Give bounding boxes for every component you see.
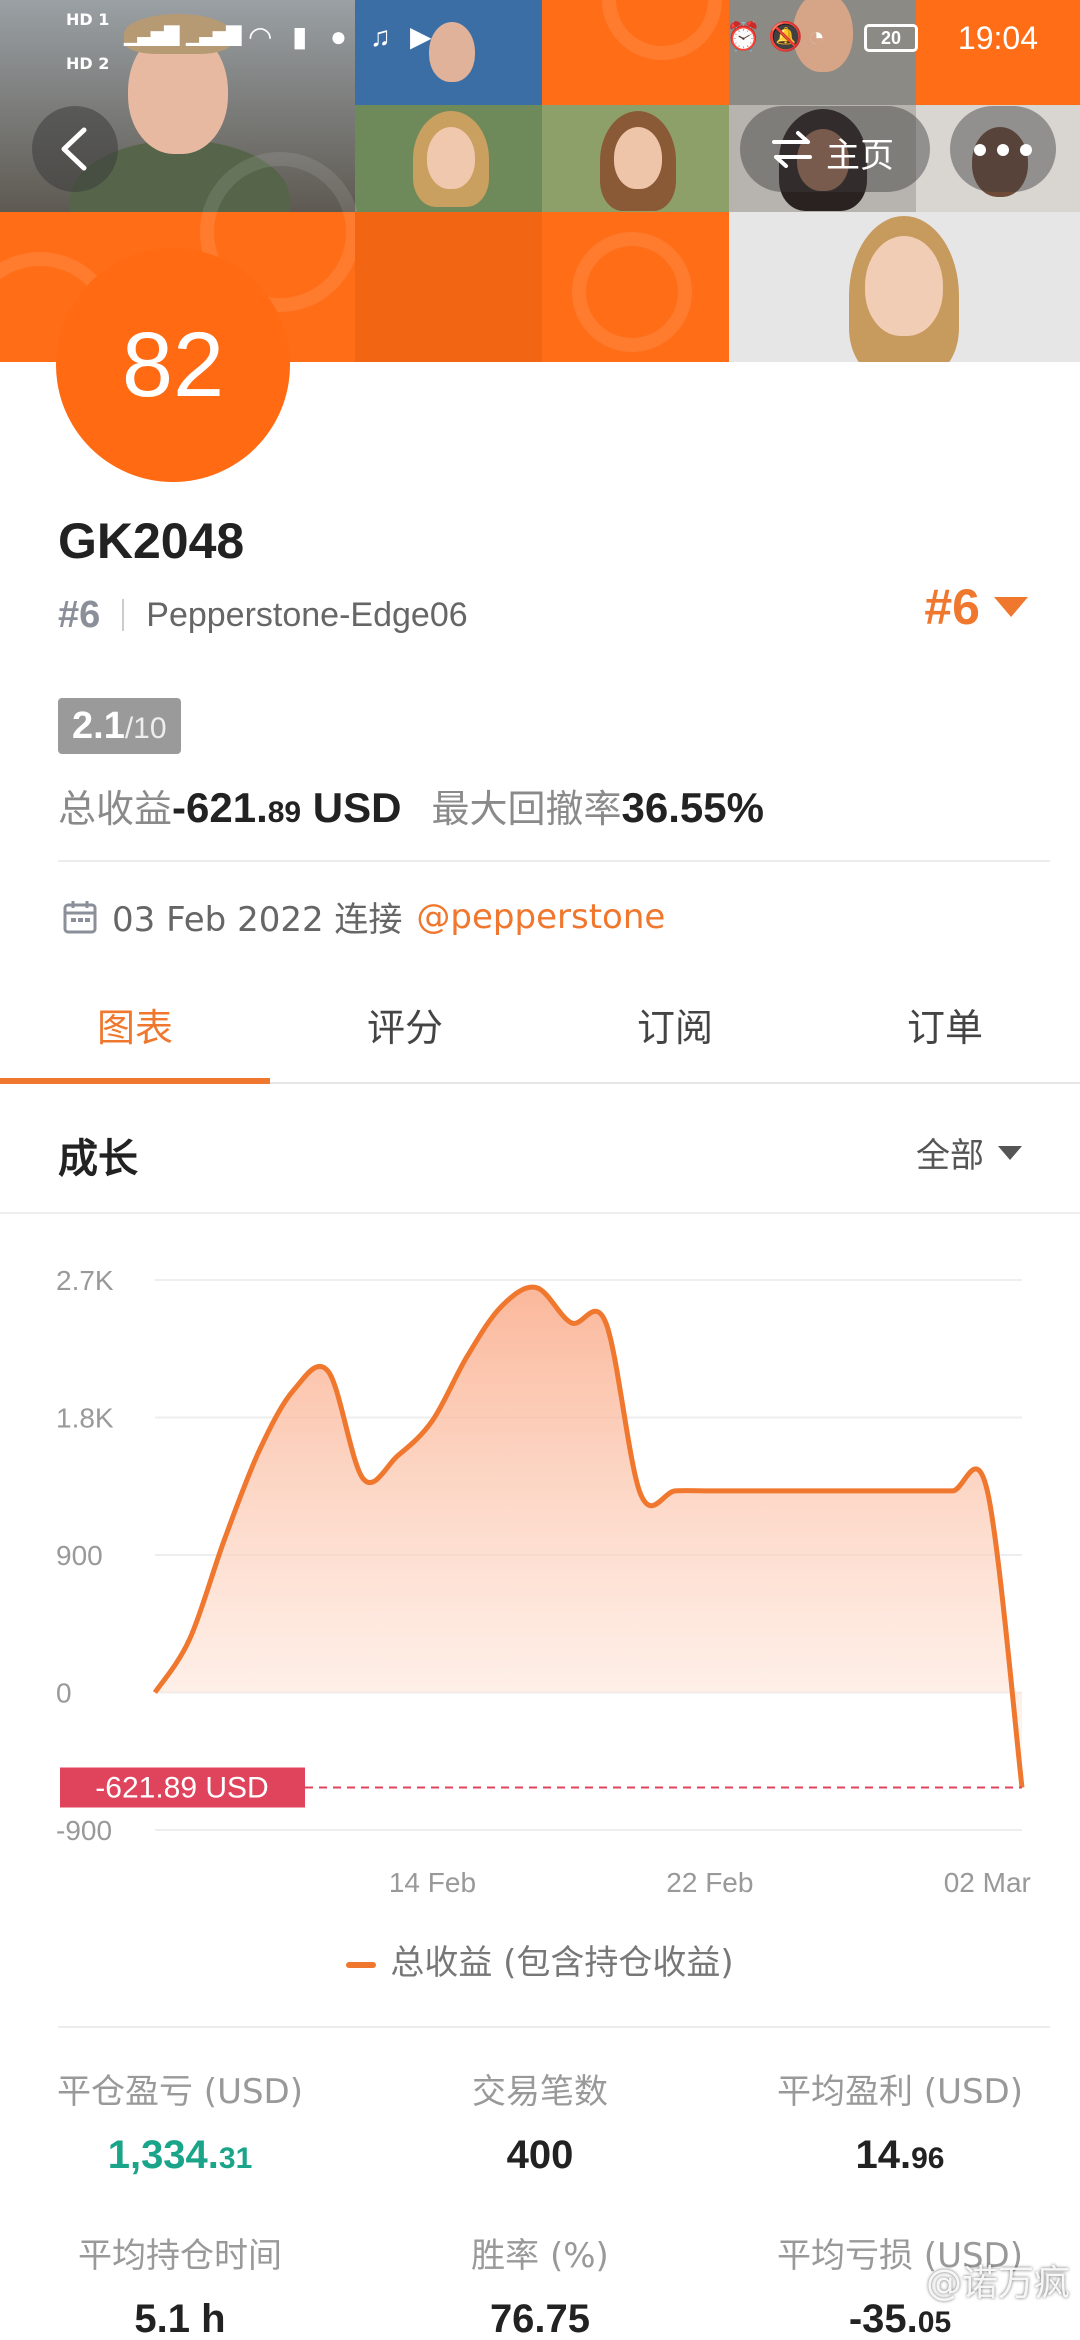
- x-tick-label: 14 Feb: [389, 1867, 476, 1898]
- status-bar: HD 1 HD 2 ▁▃▅▇ ▁▃▅▇ ◠ ▮ ● ♫ ▶ ⏰ 🔕 ◔ 20 1…: [0, 0, 1080, 76]
- connection-info: 03 Feb 2022 连接 @pepperstone: [62, 892, 665, 941]
- growth-section-header: 成长 全部: [0, 1088, 1080, 1214]
- tab-subscribe[interactable]: 订阅: [540, 958, 810, 1082]
- tab-rating[interactable]: 评分: [270, 958, 540, 1082]
- rating-scale: /10: [124, 712, 167, 745]
- stat-value: 1,334.31: [107, 2133, 253, 2177]
- connect-date: 03 Feb 2022 连接: [112, 900, 403, 940]
- max-drawdown-label: 最大回撤率: [431, 787, 622, 831]
- y-tick-label: 0: [56, 1678, 72, 1709]
- account-name: GK2048: [58, 513, 245, 569]
- avatar-tile: [729, 212, 1080, 362]
- stat-value: 400: [506, 2133, 574, 2177]
- stat-label: 平均持仓时间: [78, 2236, 282, 2276]
- divider: [58, 2026, 1050, 2028]
- y-tick-label: -900: [56, 1815, 112, 1846]
- watermark: @诺万疯: [925, 2263, 1070, 2304]
- section-title: 成长: [58, 1136, 138, 1182]
- stat-label: 交易笔数: [472, 2072, 608, 2112]
- calendar-icon: [63, 900, 97, 933]
- max-drawdown-value: 36.55%: [621, 784, 764, 831]
- rank-server-line: #6 Pepperstone-Edge06: [58, 590, 468, 640]
- score-badge: 82: [56, 248, 290, 482]
- mute-icon: 🔕: [768, 21, 803, 52]
- wifi-icon: ◠: [248, 21, 273, 52]
- series-area: [155, 1287, 1022, 1788]
- broker-link[interactable]: @pepperstone: [416, 897, 665, 937]
- more-dot-icon: [1020, 144, 1032, 156]
- legend-swatch: [346, 1961, 377, 1968]
- divider: [122, 599, 125, 631]
- stat-avg-profit: 平均盈利 (USD) 14.96: [720, 2064, 1080, 2178]
- rank-dropdown[interactable]: #6: [924, 578, 1028, 636]
- avatar-tile: [355, 105, 542, 212]
- sim-indicator: HD 1 HD 2: [66, 10, 110, 73]
- signal-icon: ▁▃▅▇: [124, 22, 180, 46]
- swap-icon: [772, 131, 812, 168]
- legend-label: 总收益 (包含持仓收益): [390, 1943, 734, 1983]
- rank-dropdown-label: #6: [924, 579, 980, 635]
- y-tick-label: 2.7K: [56, 1265, 114, 1296]
- tab-chart[interactable]: 图表: [0, 958, 270, 1084]
- pattern-tile: [542, 212, 729, 362]
- more-menu-button[interactable]: [950, 106, 1056, 192]
- x-tick-label: 22 Feb: [666, 1867, 753, 1898]
- stat-value: 76.75: [489, 2297, 591, 2340]
- speed-icon: ◔: [808, 21, 825, 52]
- y-tick-label: 1.8K: [56, 1403, 114, 1434]
- home-label: 主页: [826, 136, 894, 176]
- battery-saver-icon: ▮: [292, 21, 308, 52]
- rating-badge: 2.1 /10: [58, 698, 181, 754]
- current-value-label: -621.89 USD: [95, 1772, 268, 1805]
- stat-trade-count: 交易笔数 400: [360, 2064, 720, 2178]
- battery-icon: 20: [864, 24, 918, 52]
- back-button[interactable]: [32, 106, 118, 192]
- chat-icon: ●: [330, 21, 347, 52]
- stat-closed-pnl: 平仓盈亏 (USD) 1,334.31: [0, 2064, 360, 2178]
- growth-chart: 2.7K 1.8K 900 0 -900 -621.89 USD 14 Feb 22 Feb 0…: [56, 1265, 1031, 1898]
- divider: [58, 860, 1050, 862]
- rank-label: #6: [58, 593, 101, 636]
- period-filter-dropdown[interactable]: 全部: [916, 1128, 1022, 1177]
- server-name: Pepperstone-Edge06: [146, 595, 468, 634]
- stat-value: 5.1 h: [134, 2297, 226, 2340]
- total-profit-label: 总收益: [58, 787, 173, 831]
- y-tick-label: 900: [56, 1540, 103, 1571]
- tab-orders[interactable]: 订单: [810, 958, 1080, 1082]
- stat-value: 14.96: [855, 2133, 945, 2177]
- pattern-tile: [355, 212, 542, 362]
- chart-legend: 总收益 (包含持仓收益): [0, 1935, 1080, 1984]
- rating-value: 2.1: [72, 705, 125, 747]
- stat-avg-hold-time: 平均持仓时间 5.1 h: [0, 2228, 360, 2340]
- more-dot-icon: [997, 144, 1009, 156]
- more-dot-icon: [974, 144, 986, 156]
- signal-icon: ▁▃▅▇: [186, 22, 242, 46]
- caret-down-icon: [994, 597, 1028, 617]
- stat-label: 胜率 (%): [471, 2236, 609, 2276]
- alarm-icon: ⏰: [726, 21, 761, 52]
- total-profit-value: -621.89 USD: [172, 784, 402, 831]
- chevron-left-icon: [61, 127, 87, 171]
- stat-label: 平仓盈亏 (USD): [57, 2072, 303, 2112]
- tab-bar: 图表 评分 订阅 订单: [0, 958, 1080, 1084]
- avatar-tile: [542, 105, 729, 212]
- home-button[interactable]: 主页: [740, 106, 930, 192]
- profit-summary: 总收益 -621.89 USD 最大回撤率 36.55%: [58, 778, 764, 833]
- period-filter-label: 全部: [916, 1136, 984, 1176]
- stat-label: 平均盈利 (USD): [777, 2072, 1023, 2112]
- caret-down-icon: [998, 1145, 1022, 1160]
- video-icon: ▶: [410, 21, 432, 52]
- clock: 19:04: [957, 20, 1038, 56]
- stat-win-rate: 胜率 (%) 76.75: [360, 2228, 720, 2340]
- music-icon: ♫: [370, 21, 391, 52]
- x-tick-label: 02 Mar: [944, 1867, 1031, 1898]
